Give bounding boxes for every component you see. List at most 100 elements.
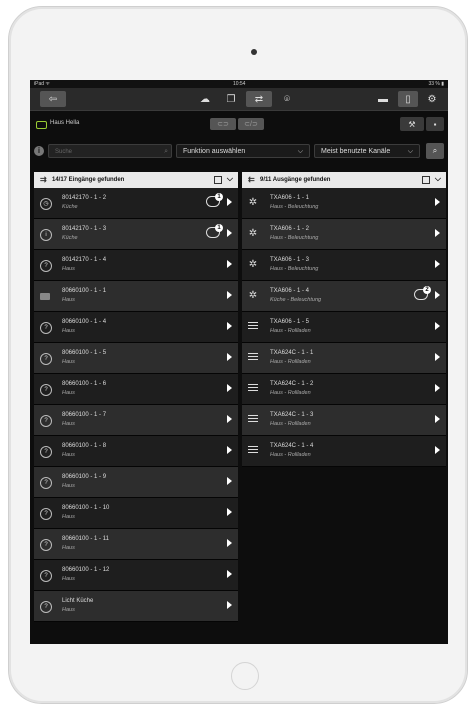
list-item[interactable]: ✲ TXA606 - 1 - 4 Küche - Beleuchtung 2 bbox=[242, 281, 446, 312]
back-arrow-icon[interactable]: ⇦ bbox=[40, 91, 66, 107]
house-bar: Haus Hella ⊂⊃ ⊂/⊃ ⚒ ▪ bbox=[30, 111, 448, 139]
list-item[interactable]: ✲ TXA606 - 1 - 3 Haus - Beleuchtung bbox=[242, 250, 446, 281]
item-subtitle: Haus bbox=[62, 359, 75, 365]
chevron-right-icon[interactable] bbox=[435, 229, 440, 237]
list-item[interactable]: ? 80660100 - 1 - 12 Haus bbox=[34, 560, 238, 591]
list-item[interactable]: 80660100 - 1 - 1 Haus bbox=[34, 281, 238, 312]
item-subtitle: Haus - Rollladen bbox=[270, 452, 311, 458]
unlink-mode-button[interactable]: ⊂/⊃ bbox=[238, 118, 264, 130]
status-time: 10:54 bbox=[232, 81, 246, 87]
chevron-right-icon[interactable] bbox=[227, 446, 232, 454]
list-item[interactable]: ? 80660100 - 1 - 6 Haus bbox=[34, 374, 238, 405]
chevron-right-icon[interactable] bbox=[435, 384, 440, 392]
inputs-header: ⇉ 14/17 Eingänge gefunden ⌵ bbox=[34, 172, 238, 188]
gear-icon[interactable]: ⚙ bbox=[422, 91, 442, 107]
item-title: 80660100 - 1 - 10 bbox=[62, 505, 110, 511]
item-title: 80142170 - 1 - 2 bbox=[62, 195, 107, 201]
search-input[interactable]: Suche ⌕ bbox=[48, 144, 172, 158]
chevron-right-icon[interactable] bbox=[435, 198, 440, 206]
tools-icon[interactable]: ⚒ bbox=[400, 117, 424, 131]
select-all-checkbox[interactable] bbox=[422, 176, 430, 184]
chevron-right-icon[interactable] bbox=[227, 601, 232, 609]
chevron-right-icon[interactable] bbox=[227, 415, 232, 423]
list-item[interactable]: ? 80660100 - 1 - 5 Haus bbox=[34, 343, 238, 374]
more-icon[interactable]: ▪ bbox=[426, 117, 444, 131]
chevron-right-icon[interactable] bbox=[435, 415, 440, 423]
list-item[interactable]: i 80142170 - 1 - 3 Küche 1 bbox=[34, 219, 238, 250]
chevron-right-icon[interactable] bbox=[227, 570, 232, 578]
outputs-header: ⇇ 9/11 Ausgänge gefunden ⌵ bbox=[242, 172, 446, 188]
chevron-right-icon[interactable] bbox=[435, 260, 440, 268]
outputs-panel: ⇇ 9/11 Ausgänge gefunden ⌵ ✲ TXA606 - 1 -… bbox=[242, 172, 446, 467]
chevron-right-icon[interactable] bbox=[435, 353, 440, 361]
list-item[interactable]: ? 80142170 - 1 - 4 Haus bbox=[34, 250, 238, 281]
chevron-right-icon[interactable] bbox=[227, 322, 232, 330]
list-item[interactable]: ? 80660100 - 1 - 11 Haus bbox=[34, 529, 238, 560]
list-item[interactable]: ? 80660100 - 1 - 9 Haus bbox=[34, 467, 238, 498]
item-subtitle: Küche bbox=[62, 204, 78, 210]
list-item[interactable]: TXA624C - 1 - 1 Haus - Rollladen bbox=[242, 343, 446, 374]
list-item[interactable]: TXA606 - 1 - 5 Haus - Rollladen bbox=[242, 312, 446, 343]
chevron-right-icon[interactable] bbox=[435, 322, 440, 330]
list-item[interactable]: TXA624C - 1 - 3 Haus - Rollladen bbox=[242, 405, 446, 436]
chevron-down-icon[interactable]: ⌵ bbox=[435, 174, 441, 184]
function-select[interactable]: Funktion auswählen ⌵ bbox=[176, 144, 310, 158]
item-subtitle: Haus - Beleuchtung bbox=[270, 235, 319, 241]
outputs-title: 9/11 Ausgänge gefunden bbox=[260, 177, 331, 183]
sort-select[interactable]: Meist benutzte Kanäle ⌵ bbox=[314, 144, 420, 158]
location-icon[interactable]: ⌾ bbox=[274, 91, 300, 107]
list-item[interactable]: ? Licht Küche Haus bbox=[34, 591, 238, 622]
list-item[interactable]: ? 80660100 - 1 - 8 Haus bbox=[34, 436, 238, 467]
chevron-right-icon[interactable] bbox=[227, 477, 232, 485]
item-subtitle: Haus bbox=[62, 576, 75, 582]
document-icon[interactable]: ▯ bbox=[398, 91, 418, 107]
item-subtitle: Haus - Beleuchtung bbox=[270, 204, 319, 210]
house-name: Haus Hella bbox=[50, 120, 80, 126]
question-icon: ? bbox=[40, 570, 52, 582]
search-button[interactable]: ⌕ bbox=[426, 143, 444, 159]
chevron-right-icon[interactable] bbox=[227, 384, 232, 392]
chevron-right-icon[interactable] bbox=[227, 291, 232, 299]
question-icon: ? bbox=[40, 539, 52, 551]
outputs-icon: ⇇ bbox=[248, 175, 255, 184]
link-mode-button[interactable]: ⊂⊃ bbox=[210, 118, 236, 130]
inputs-title: 14/17 Eingänge gefunden bbox=[52, 177, 125, 183]
item-title: 80660100 - 1 - 8 bbox=[62, 443, 107, 449]
list-item[interactable]: ◷ 80142170 - 1 - 2 Küche 1 bbox=[34, 188, 238, 219]
chevron-right-icon[interactable] bbox=[227, 353, 232, 361]
chevron-right-icon[interactable] bbox=[227, 508, 232, 516]
list-item[interactable]: ? 80660100 - 1 - 7 Haus bbox=[34, 405, 238, 436]
list-item[interactable]: ✲ TXA606 - 1 - 2 Haus - Beleuchtung bbox=[242, 219, 446, 250]
question-icon: ? bbox=[40, 415, 52, 427]
cloud-icon[interactable]: ☁ bbox=[192, 91, 218, 107]
chevron-right-icon[interactable] bbox=[227, 260, 232, 268]
list-item[interactable]: ? 80660100 - 1 - 10 Haus bbox=[34, 498, 238, 529]
link-count-badge: 1 bbox=[206, 193, 223, 207]
shutter-icon bbox=[248, 415, 258, 424]
shutter-icon bbox=[248, 446, 258, 455]
switch-tab-icon[interactable]: ⇄ bbox=[246, 91, 272, 107]
link-count: 1 bbox=[215, 224, 223, 232]
chevron-right-icon[interactable] bbox=[435, 291, 440, 299]
chevron-right-icon[interactable] bbox=[435, 446, 440, 454]
home-button[interactable] bbox=[231, 662, 259, 690]
chevron-right-icon[interactable] bbox=[227, 539, 232, 547]
chevron-down-icon[interactable]: ⌵ bbox=[227, 174, 233, 184]
minus-icon[interactable]: ▬ bbox=[370, 91, 396, 107]
function-select-value: Funktion auswählen bbox=[183, 148, 246, 155]
item-title: TXA606 - 1 - 3 bbox=[270, 257, 310, 263]
chevron-right-icon[interactable] bbox=[227, 229, 232, 237]
item-subtitle: Haus - Rollladen bbox=[270, 359, 311, 365]
list-item[interactable]: ✲ TXA606 - 1 - 1 Haus - Beleuchtung bbox=[242, 188, 446, 219]
link-count: 2 bbox=[423, 286, 431, 294]
list-item[interactable]: TXA624C - 1 - 2 Haus - Rollladen bbox=[242, 374, 446, 405]
list-item[interactable]: ? 80660100 - 1 - 4 Haus bbox=[34, 312, 238, 343]
chevron-right-icon[interactable] bbox=[227, 198, 232, 206]
pages-icon[interactable]: ❐ bbox=[218, 91, 244, 107]
select-all-checkbox[interactable] bbox=[214, 176, 222, 184]
link-count: 1 bbox=[215, 193, 223, 201]
info-icon[interactable]: i bbox=[34, 146, 44, 156]
item-title: 80660100 - 1 - 6 bbox=[62, 381, 107, 387]
list-item[interactable]: TXA624C - 1 - 4 Haus - Rollladen bbox=[242, 436, 446, 467]
item-title: TXA624C - 1 - 2 bbox=[270, 381, 314, 387]
